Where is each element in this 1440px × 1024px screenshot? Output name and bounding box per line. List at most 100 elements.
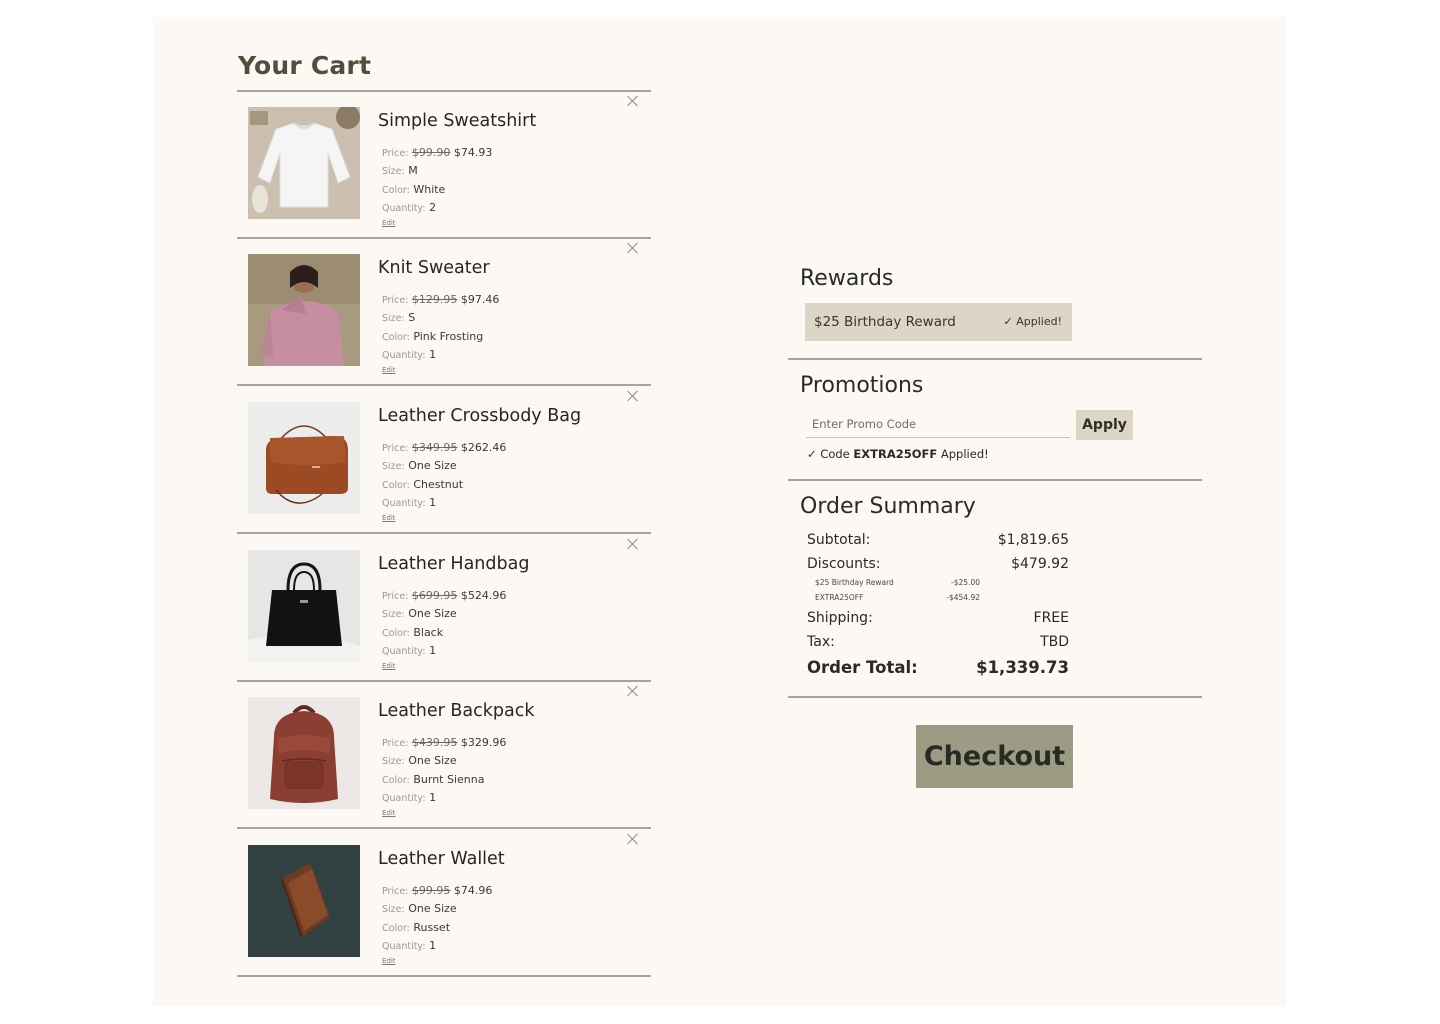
product-image[interactable] — [248, 254, 360, 366]
size-value: One Size — [408, 607, 457, 621]
discount-line-amount: -$454.92 — [946, 593, 980, 602]
edit-link[interactable]: Edit — [382, 513, 506, 523]
rewards-title: Rewards — [800, 266, 894, 291]
checkout-button[interactable]: Checkout — [916, 725, 1073, 788]
discounts-row: Discounts: $479.92 — [807, 556, 1069, 572]
price-row: Price: $439.95 $329.96 — [382, 734, 506, 752]
quantity-value: 1 — [429, 643, 437, 657]
edit-link[interactable]: Edit — [382, 661, 506, 671]
price-row: Price: $99.95 $74.96 — [382, 882, 492, 900]
subtotal-row: Subtotal: $1,819.65 — [807, 532, 1069, 548]
quantity-label: Quantity: — [382, 497, 426, 509]
size-value: M — [408, 164, 418, 178]
product-image[interactable] — [248, 550, 360, 662]
quantity-value: 1 — [429, 347, 437, 361]
reward-applied-label: Applied! — [1016, 315, 1062, 328]
close-icon[interactable] — [625, 388, 641, 404]
quantity-row: Quantity: 2 — [382, 199, 492, 217]
cart-item: Knit Sweater Price: $129.95 $97.46 Size:… — [237, 238, 651, 386]
original-price: $439.95 — [411, 736, 458, 749]
size-row: Size: One Size — [382, 605, 506, 623]
edit-link[interactable]: Edit — [382, 808, 506, 818]
color-row: Color: Burnt Sienna — [382, 771, 506, 789]
close-icon[interactable] — [625, 240, 641, 256]
cart-item: Leather Wallet Price: $99.95 $74.96 Size… — [237, 829, 651, 977]
quantity-label: Quantity: — [382, 940, 426, 952]
edit-link[interactable]: Edit — [382, 956, 492, 966]
sale-price: $262.46 — [460, 441, 507, 454]
close-icon[interactable] — [625, 831, 641, 847]
size-row: Size: One Size — [382, 900, 492, 918]
size-label: Size: — [382, 166, 405, 178]
close-icon[interactable] — [625, 683, 641, 699]
original-price: $99.95 — [411, 884, 451, 897]
price-row: Price: $129.95 $97.46 — [382, 291, 499, 309]
discounts-label: Discounts: — [807, 556, 881, 572]
quantity-label: Quantity: — [382, 792, 426, 804]
discount-line: EXTRA25OFF -$454.92 — [815, 593, 980, 602]
price-row: Price: $699.95 $524.96 — [382, 587, 506, 605]
page-title: Your Cart — [238, 51, 372, 80]
price-label: Price: — [382, 738, 409, 749]
sale-price: $97.46 — [460, 293, 500, 306]
discount-line: $25 Birthday Reward -$25.00 — [815, 578, 980, 587]
product-name[interactable]: Leather Handbag — [378, 554, 529, 574]
sale-price: $524.96 — [460, 589, 507, 602]
product-name[interactable]: Leather Wallet — [378, 849, 505, 869]
quantity-row: Quantity: 1 — [382, 789, 506, 807]
product-image[interactable] — [248, 107, 360, 219]
product-image[interactable] — [248, 845, 360, 957]
product-details: Price: $349.95 $262.46 Size: One Size Co… — [382, 439, 506, 523]
edit-link[interactable]: Edit — [382, 218, 492, 228]
close-icon[interactable] — [625, 536, 641, 552]
discount-line-label: $25 Birthday Reward — [815, 578, 894, 587]
color-value: Black — [413, 625, 444, 639]
product-image[interactable] — [248, 402, 360, 514]
original-price: $99.90 — [411, 146, 451, 159]
birthday-reward-chip[interactable]: $25 Birthday Reward ✓ Applied! — [805, 303, 1072, 341]
check-icon: ✓ — [807, 447, 817, 461]
product-name[interactable]: Leather Backpack — [378, 701, 534, 721]
original-price: $699.95 — [411, 589, 458, 602]
size-row: Size: One Size — [382, 752, 506, 770]
price-row: Price: $349.95 $262.46 — [382, 439, 506, 457]
discount-line-label: EXTRA25OFF — [815, 593, 864, 602]
check-icon: ✓ — [1003, 315, 1013, 328]
cart-page: Your Cart Simple Sweatshirt Price: $99.9… — [153, 17, 1286, 1006]
size-label: Size: — [382, 756, 405, 768]
tax-label: Tax: — [807, 634, 835, 650]
quantity-value: 1 — [429, 790, 437, 804]
product-name[interactable]: Leather Crossbody Bag — [378, 406, 581, 426]
sale-price: $74.93 — [453, 146, 493, 159]
size-value: One Size — [408, 459, 457, 473]
product-name[interactable]: Simple Sweatshirt — [378, 111, 536, 131]
quantity-label: Quantity: — [382, 349, 426, 361]
color-label: Color: — [382, 331, 410, 343]
color-row: Color: Pink Frosting — [382, 328, 499, 346]
order-total-row: Order Total: $1,339.73 — [807, 658, 1069, 677]
quantity-value: 1 — [429, 495, 437, 509]
close-icon[interactable] — [625, 93, 641, 109]
shipping-row: Shipping: FREE — [807, 610, 1069, 626]
original-price: $129.95 — [411, 293, 458, 306]
reward-applied-status: ✓ Applied! — [1004, 315, 1062, 328]
size-value: One Size — [408, 754, 457, 768]
color-value: Russet — [413, 920, 451, 934]
product-image[interactable] — [248, 697, 360, 809]
product-name[interactable]: Knit Sweater — [378, 258, 490, 278]
cart-item: Leather Crossbody Bag Price: $349.95 $26… — [237, 386, 651, 534]
cart-item: Leather Backpack Price: $439.95 $329.96 … — [237, 681, 651, 829]
color-value: Burnt Sienna — [413, 772, 485, 786]
promo-code-input[interactable] — [806, 410, 1070, 438]
color-value: Chestnut — [413, 477, 464, 491]
size-label: Size: — [382, 313, 405, 325]
color-row: Color: Black — [382, 624, 506, 642]
size-row: Size: One Size — [382, 457, 506, 475]
order-total-value: $1,339.73 — [976, 658, 1069, 677]
color-row: Color: Russet — [382, 919, 492, 937]
tax-row: Tax: TBD — [807, 634, 1069, 650]
subtotal-value: $1,819.65 — [997, 532, 1069, 548]
edit-link[interactable]: Edit — [382, 365, 499, 375]
apply-promo-button[interactable]: Apply — [1076, 410, 1133, 440]
price-label: Price: — [382, 886, 409, 897]
